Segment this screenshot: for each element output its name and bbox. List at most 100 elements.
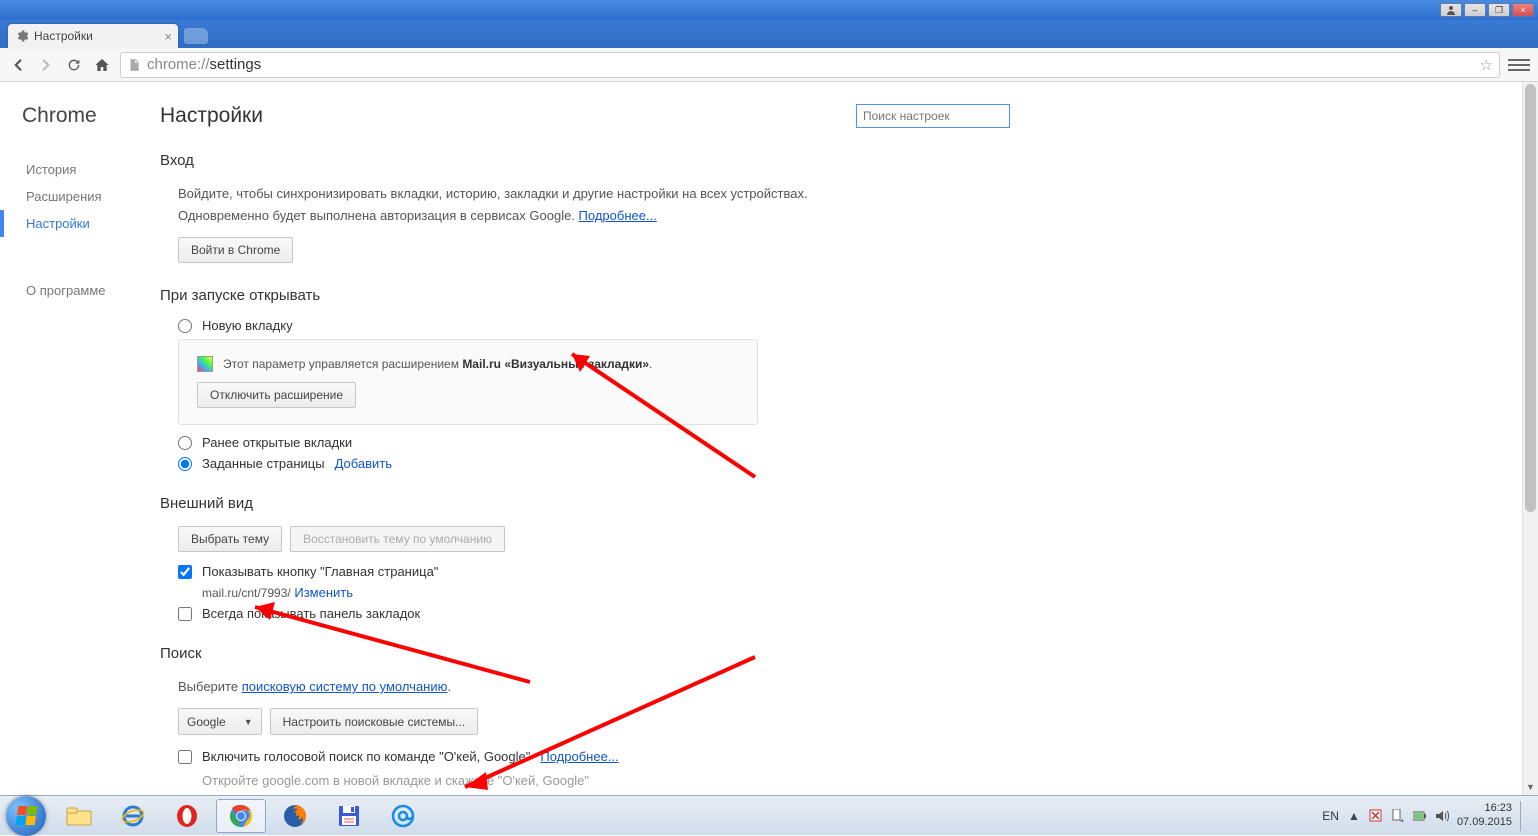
checkbox-input[interactable] [178,565,192,579]
sidebar-item-history[interactable]: История [0,156,150,183]
taskbar-mailru[interactable] [378,799,428,833]
new-tab-button[interactable] [184,28,208,44]
page-title: Настройки [160,104,263,128]
home-url-row: mail.ru/cnt/7993/ Изменить [202,585,1010,600]
gear-icon [16,30,28,42]
search-engine-select[interactable]: Google ▼ [178,708,262,735]
disable-extension-button[interactable]: Отключить расширение [197,382,356,408]
signin-title: Вход [160,152,1010,169]
taskbar-save-icon[interactable] [324,799,374,833]
search-choose-suffix: . [447,679,451,694]
extension-notice-box: Этот параметр управляется расширением Ma… [178,339,758,425]
tray-security-icon[interactable] [1369,809,1383,823]
taskbar-explorer[interactable] [54,799,104,833]
voice-hint: Откройте google.com в новой вкладке и ск… [202,770,1010,792]
windows-taskbar: EN ▲ 16:23 07.09.2015 [0,795,1538,835]
signin-desc2: Одновременно будет выполнена авторизация… [178,208,579,223]
section-startup: При запуске открывать Новую вкладку Этот… [160,287,1010,471]
taskbar-opera[interactable] [162,799,212,833]
tray-language[interactable]: EN [1322,809,1339,823]
user-switch-button[interactable] [1440,3,1462,17]
search-engine-selected: Google [187,715,226,729]
forward-button[interactable] [36,55,56,75]
minimize-button[interactable]: – [1464,3,1486,17]
checkbox-input[interactable] [178,750,192,764]
taskbar-firefox[interactable] [270,799,320,833]
sidebar-item-settings[interactable]: Настройки [0,210,150,237]
search-title: Поиск [160,645,1010,662]
section-search: Поиск Выберите поисковую систему по умол… [160,645,1010,792]
taskbar-ie[interactable] [108,799,158,833]
startup-radio-newtab[interactable]: Новую вкладку [178,318,1010,333]
radio-input[interactable] [178,436,192,450]
voice-search-checkbox[interactable]: Включить голосовой поиск по команде "О'к… [178,749,1010,764]
tray-time: 16:23 [1457,802,1512,815]
caret-down-icon: ▼ [244,717,253,727]
vertical-scrollbar[interactable]: ▲ ▼ [1522,82,1538,795]
show-home-button-checkbox[interactable]: Показывать кнопку "Главная страница" [178,564,1010,579]
back-button[interactable] [8,55,28,75]
url-path: settings [210,56,262,73]
scroll-thumb[interactable] [1525,84,1536,512]
sidebar-item-about[interactable]: О программе [0,277,150,304]
radio-input[interactable] [178,319,192,333]
tab-close-icon[interactable]: × [164,29,172,44]
checkbox-input[interactable] [178,607,192,621]
search-choose-prefix: Выберите [178,679,242,694]
signin-desc1: Войдите, чтобы синхронизировать вкладки,… [178,183,1010,205]
startup-radio-pages[interactable]: Заданные страницы Добавить [178,456,1010,471]
home-button[interactable] [92,55,112,75]
windows-logo-icon [15,806,37,825]
maximize-button[interactable]: ❐ [1488,3,1510,17]
voice-learn-more-link[interactable]: Подробнее... [540,749,618,764]
window-titlebar: – ❐ × [0,0,1538,20]
url-scheme: chrome:// [147,56,210,73]
startup-title: При запуске открывать [160,287,1010,304]
startup-radio-continue[interactable]: Ранее открытые вкладки [178,435,1010,450]
close-button[interactable]: × [1512,3,1534,17]
reset-theme-button[interactable]: Восстановить тему по умолчанию [290,526,505,552]
notice-suffix: . [649,357,652,371]
show-bookmarks-bar-checkbox[interactable]: Всегда показывать панель закладок [178,606,1010,621]
scroll-down-icon[interactable]: ▼ [1523,779,1538,795]
signin-desc2-row: Одновременно будет выполнена авторизация… [178,205,1010,227]
choose-theme-button[interactable]: Выбрать тему [178,526,282,552]
signin-button[interactable]: Войти в Chrome [178,237,293,263]
home-url-change-link[interactable]: Изменить [294,585,353,600]
sidebar-item-extensions[interactable]: Расширения [0,183,150,210]
notice-prefix: Этот параметр управляется расширением [223,357,462,371]
show-desktop-button[interactable] [1520,801,1528,831]
checkbox-label: Включить голосовой поиск по команде "О'к… [202,749,530,764]
startup-add-link[interactable]: Добавить [335,456,392,471]
section-appearance: Внешний вид Выбрать тему Восстановить те… [160,495,1010,621]
chrome-menu-button[interactable] [1508,54,1530,76]
start-button[interactable] [6,796,46,836]
page-icon [127,58,141,72]
taskbar-chrome[interactable] [216,799,266,833]
radio-label: Заданные страницы [202,456,325,471]
reload-button[interactable] [64,55,84,75]
notice-ext-name: Mail.ru «Визуальные закладки» [462,357,649,371]
appearance-title: Внешний вид [160,495,1010,512]
address-bar[interactable]: chrome://settings ☆ [120,52,1500,78]
radio-input[interactable] [178,457,192,471]
tray-flag-icon[interactable]: ▲ [1347,809,1361,823]
settings-search-input[interactable] [856,104,1010,128]
checkbox-label: Показывать кнопку "Главная страница" [202,564,438,579]
settings-sidebar: Chrome История Расширения Настройки О пр… [0,82,150,795]
bookmark-star-icon[interactable]: ☆ [1480,56,1493,74]
settings-main: Настройки Вход Войдите, чтобы синхронизи… [150,82,1050,795]
search-choose-link[interactable]: поисковую систему по умолчанию [242,679,448,694]
section-signin: Вход Войдите, чтобы синхронизировать вкл… [160,152,1010,263]
tray-power-icon[interactable] [1413,809,1427,823]
radio-label: Новую вкладку [202,318,293,333]
tray-volume-icon[interactable] [1435,809,1449,823]
tray-action-center-icon[interactable] [1391,809,1405,823]
signin-learn-more-link[interactable]: Подробнее... [579,208,657,223]
tab-title: Настройки [34,29,93,43]
tab-settings[interactable]: Настройки × [8,24,178,48]
page-header: Настройки [160,104,1010,128]
tray-datetime[interactable]: 16:23 07.09.2015 [1457,802,1512,828]
manage-search-engines-button[interactable]: Настроить поисковые системы... [270,708,479,735]
extension-notice-text: Этот параметр управляется расширением Ma… [197,356,739,372]
